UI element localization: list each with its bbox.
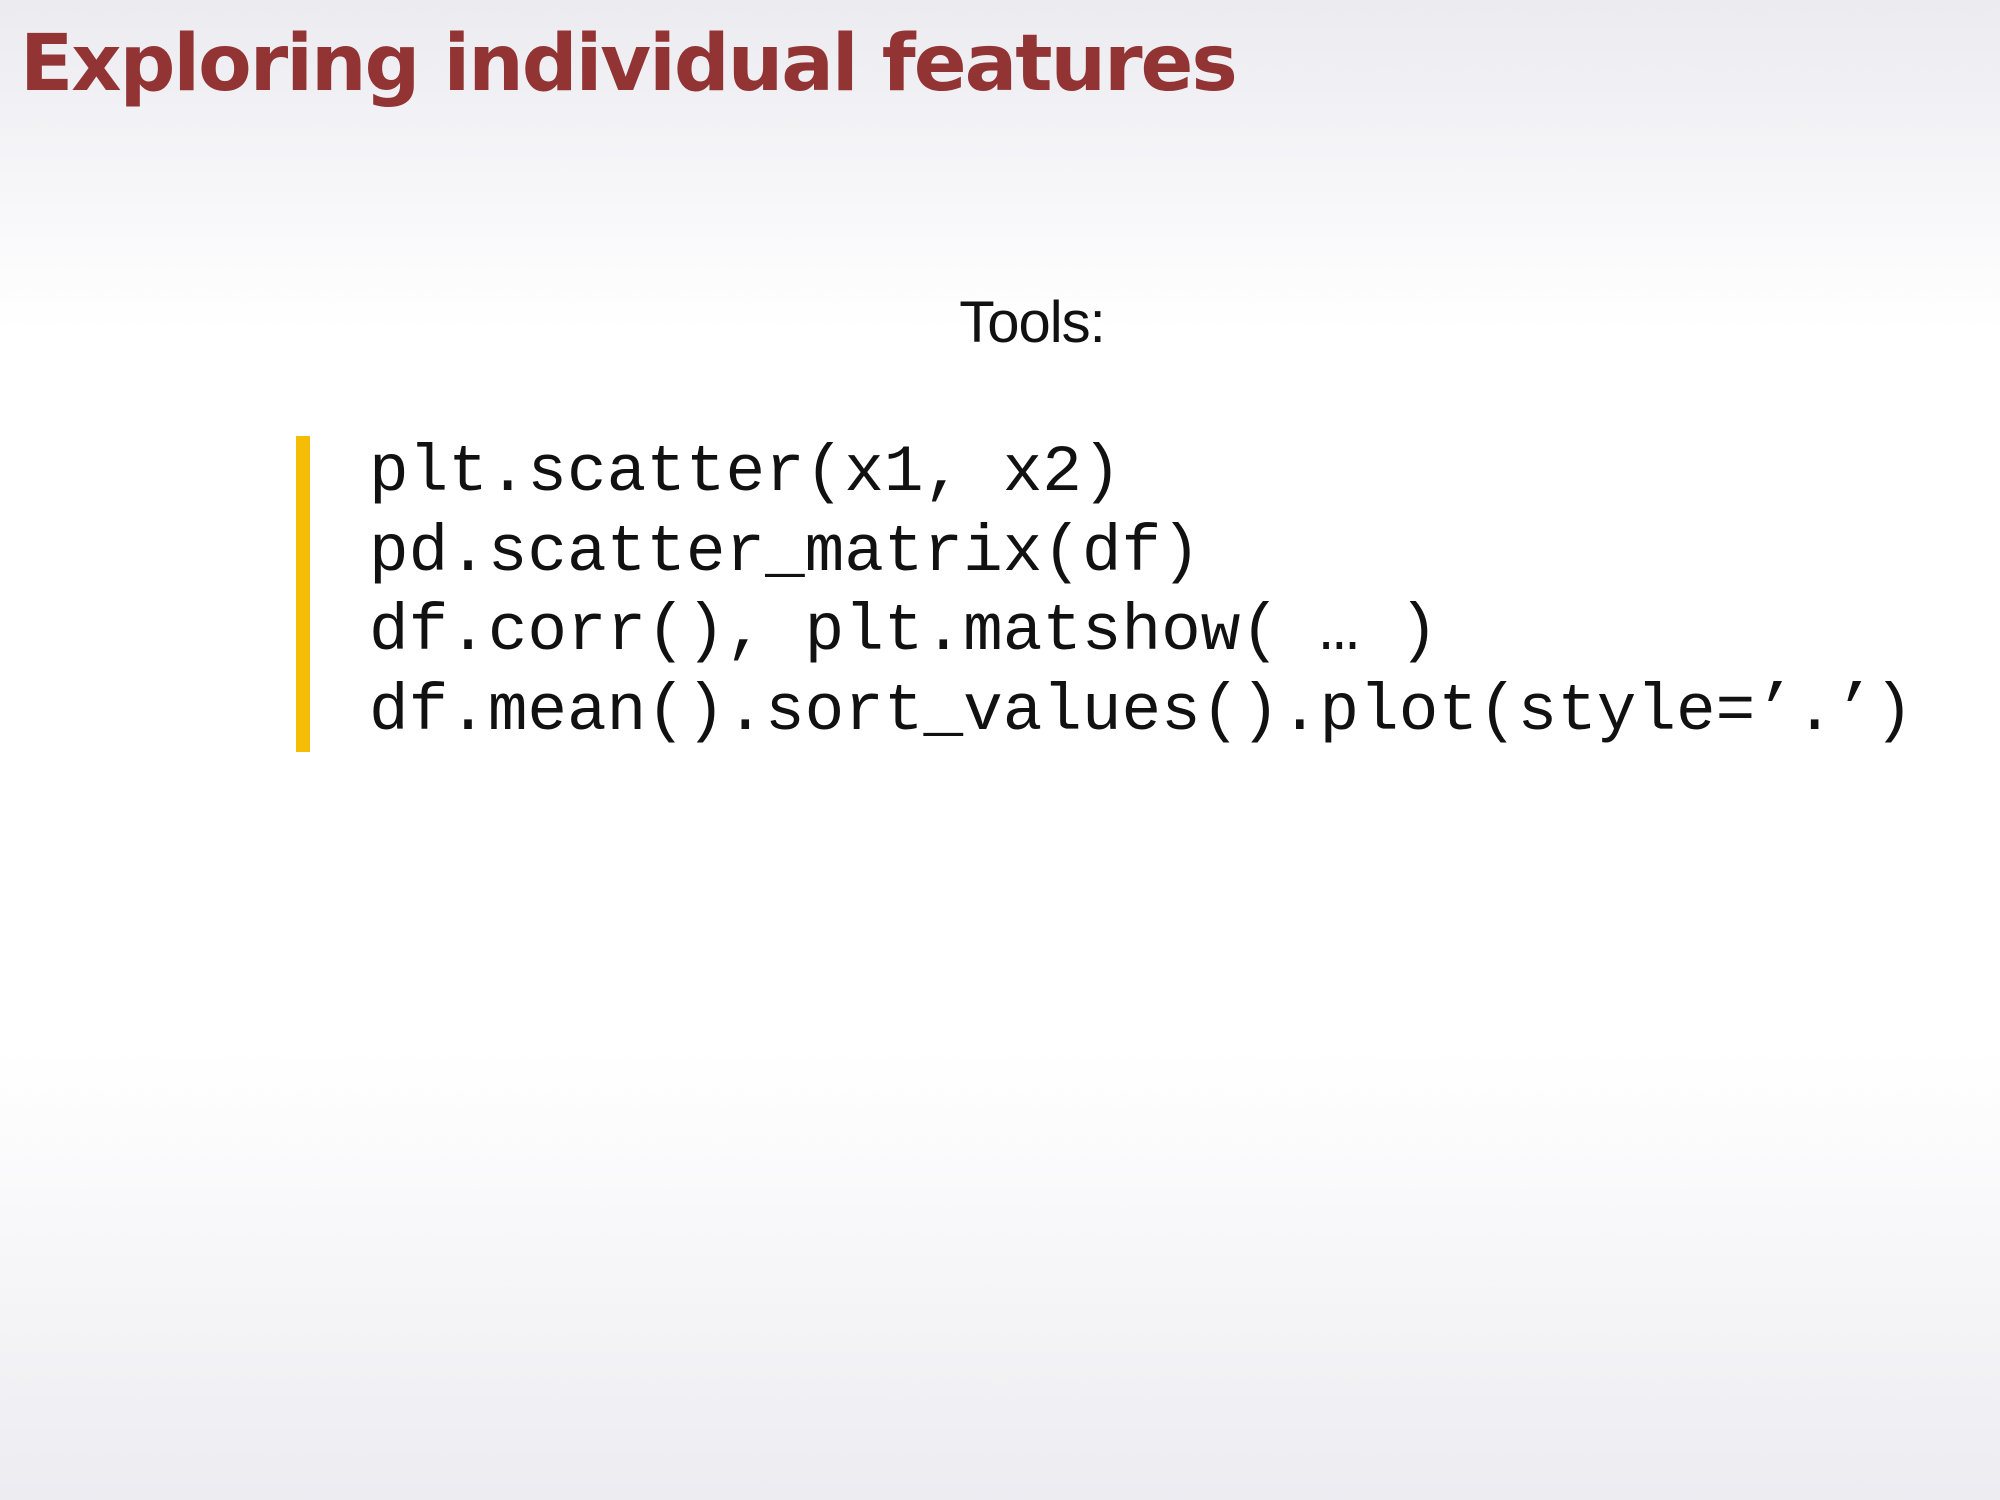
code-line: df.corr(), plt.matshow( … ): [369, 594, 1439, 669]
slide-title: Exploring individual features: [20, 19, 1238, 109]
code-line: pd.scatter_matrix(df): [369, 514, 1201, 590]
code-line: plt.scatter(x1, x2): [369, 435, 1122, 510]
code-line: df.mean().sort_values().plot(style=’.’): [369, 673, 1914, 749]
code-block: plt.scatter(x1, x2) pd.scatter_matrix(df…: [296, 435, 1914, 752]
tools-heading: Tools:: [959, 290, 1106, 355]
